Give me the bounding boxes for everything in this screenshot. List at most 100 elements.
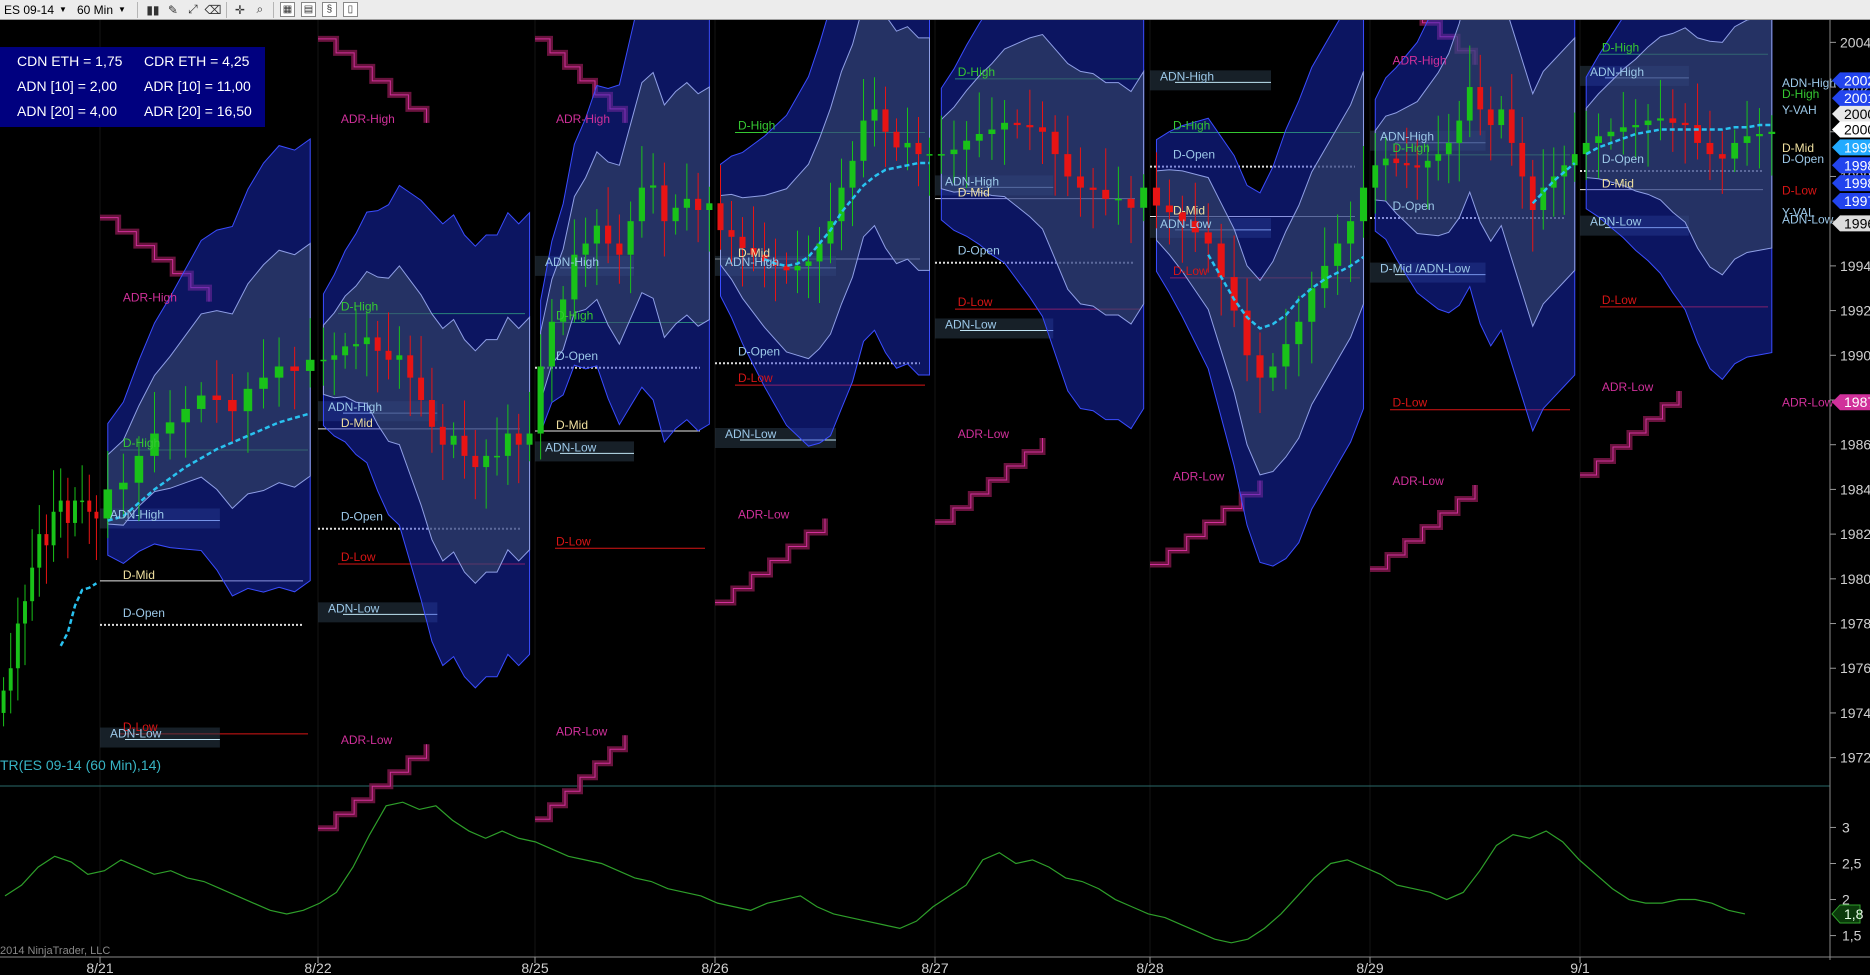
candle-body[interactable] xyxy=(893,131,900,148)
candle-body[interactable] xyxy=(1372,165,1379,188)
candle-body[interactable] xyxy=(1382,158,1389,166)
candle-body[interactable] xyxy=(243,388,253,412)
candle-body[interactable] xyxy=(1204,232,1212,244)
candle-body[interactable] xyxy=(483,455,490,468)
candle-body[interactable] xyxy=(695,198,702,210)
candle-body[interactable] xyxy=(672,207,679,222)
candle-body[interactable] xyxy=(450,435,457,445)
candle-body[interactable] xyxy=(134,455,144,483)
candle-body[interactable] xyxy=(1756,134,1763,137)
candle-body[interactable] xyxy=(728,230,735,237)
candle-body[interactable] xyxy=(1456,120,1463,143)
candle-body[interactable] xyxy=(407,355,414,378)
draw-tools-icon[interactable]: ⤢ xyxy=(183,1,203,19)
candle-body[interactable] xyxy=(1632,125,1640,128)
instrument-selector[interactable]: ES 09-14 ▼ xyxy=(2,1,73,19)
candle-body[interactable] xyxy=(1743,136,1751,143)
candle-body[interactable] xyxy=(805,261,812,266)
candle-body[interactable] xyxy=(537,366,544,434)
candle-body[interactable] xyxy=(605,225,612,244)
candle-body[interactable] xyxy=(582,243,589,255)
candle-body[interactable] xyxy=(915,142,922,155)
eraser-icon[interactable]: ⌫ xyxy=(203,1,223,19)
candle-body[interactable] xyxy=(548,321,555,367)
candle-body[interactable] xyxy=(1076,176,1084,188)
candle-body[interactable] xyxy=(1731,142,1739,159)
script-icon[interactable]: § xyxy=(321,2,337,17)
candle-body[interactable] xyxy=(849,160,856,188)
candle-body[interactable] xyxy=(988,129,996,134)
candle-body[interactable] xyxy=(8,668,13,691)
candle-body[interactable] xyxy=(1026,125,1034,128)
zoom-icon[interactable]: ⌕ xyxy=(250,1,270,19)
candle-body[interactable] xyxy=(119,482,128,490)
candle-body[interactable] xyxy=(44,534,49,546)
candle-body[interactable] xyxy=(1140,187,1148,208)
candle-body[interactable] xyxy=(1102,189,1110,199)
candle-body[interactable] xyxy=(1334,243,1342,266)
candle-body[interactable] xyxy=(1607,131,1615,137)
candle-body[interactable] xyxy=(1,690,6,713)
candle-body[interactable] xyxy=(274,366,284,378)
candle-body[interactable] xyxy=(374,337,381,351)
candle-body[interactable] xyxy=(418,377,425,400)
candle-body[interactable] xyxy=(1718,154,1726,159)
candle-body[interactable] xyxy=(428,400,435,427)
properties-icon[interactable]: ▯ xyxy=(342,2,358,17)
candle-body[interactable] xyxy=(58,500,63,512)
candle-body[interactable] xyxy=(1768,131,1776,134)
candle-body[interactable] xyxy=(1414,165,1421,168)
candle-body[interactable] xyxy=(1644,120,1652,126)
candle-body[interactable] xyxy=(80,500,85,503)
candle-body[interactable] xyxy=(515,433,522,445)
candle-body[interactable] xyxy=(165,422,175,434)
candle-body[interactable] xyxy=(638,187,645,222)
candle-body[interactable] xyxy=(342,346,349,356)
candle-body[interactable] xyxy=(1519,142,1526,177)
candle-body[interactable] xyxy=(616,243,623,255)
candle-body[interactable] xyxy=(963,140,971,150)
candle-body[interactable] xyxy=(1308,288,1316,322)
candle-body[interactable] xyxy=(904,142,911,148)
candle-body[interactable] xyxy=(1669,118,1677,123)
candle-body[interactable] xyxy=(1295,321,1303,345)
candle-body[interactable] xyxy=(1706,142,1714,155)
candle-body[interactable] xyxy=(827,221,834,244)
candle-body[interactable] xyxy=(1487,109,1494,126)
candle-body[interactable] xyxy=(683,198,690,208)
candle-body[interactable] xyxy=(37,534,42,568)
candle-body[interactable] xyxy=(1165,205,1173,213)
candle-body[interactable] xyxy=(1445,142,1452,155)
price-axis[interactable]: 1972,0 1974,0 1976,0 1978,0 1980,0 1982,0 1984… xyxy=(1829,20,1870,960)
candle-body[interactable] xyxy=(494,455,501,458)
candle-body[interactable] xyxy=(212,395,222,400)
price-chart[interactable]: ADR-High D-High ADN-High D-Mid D-Open D-Low AD… xyxy=(0,20,1870,975)
candle-body[interactable] xyxy=(661,185,668,222)
draw-pencil-icon[interactable]: ✎ xyxy=(163,1,183,19)
candle-body[interactable] xyxy=(30,567,35,602)
candle-body[interactable] xyxy=(1051,131,1059,155)
candle-body[interactable] xyxy=(1230,277,1238,311)
candle-body[interactable] xyxy=(1595,136,1602,143)
candle-body[interactable] xyxy=(975,134,983,141)
candle-body[interactable] xyxy=(1424,160,1431,168)
candle-body[interactable] xyxy=(926,154,933,156)
candle-body[interactable] xyxy=(15,623,20,669)
candle-body[interactable] xyxy=(1039,127,1046,132)
candle-body[interactable] xyxy=(1269,366,1277,378)
candle-body[interactable] xyxy=(461,435,468,456)
candle-body[interactable] xyxy=(1529,176,1536,210)
candle-body[interactable] xyxy=(73,500,77,523)
candle-body[interactable] xyxy=(51,511,56,546)
candle-body[interactable] xyxy=(526,433,533,445)
candle-body[interactable] xyxy=(1127,198,1135,208)
candle-body[interactable] xyxy=(593,225,600,244)
candle-body[interactable] xyxy=(1466,87,1473,121)
candle-body[interactable] xyxy=(1282,344,1290,367)
candle-body[interactable] xyxy=(882,109,889,132)
candle-body[interactable] xyxy=(1347,221,1355,244)
candle-body[interactable] xyxy=(352,344,359,347)
candle-body[interactable] xyxy=(1681,122,1689,126)
interval-selector[interactable]: 60 Min ▼ xyxy=(75,1,132,19)
candle-body[interactable] xyxy=(472,455,479,468)
